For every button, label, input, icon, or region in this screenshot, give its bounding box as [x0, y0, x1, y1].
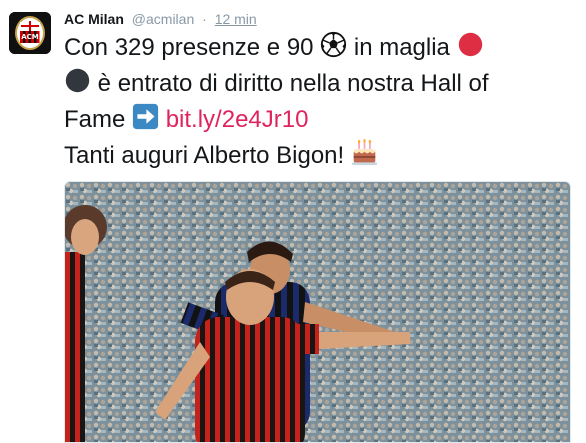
tweet-text: Con 329 presenze e 90 in maglia è entrat…	[64, 30, 579, 174]
tweet-text-segment: Tanti auguri Alberto Bigon!	[64, 142, 345, 169]
soccer-ball-icon	[321, 31, 347, 58]
football-match-photo	[65, 182, 570, 442]
tweet-line-3: Fame bit.ly/2e4Jr10	[64, 102, 579, 138]
separator-dot: ·	[202, 11, 207, 27]
tweet-text-segment: è entrato di diritto nella nostra Hall o…	[97, 70, 489, 97]
account-name[interactable]: AC Milan	[64, 11, 124, 27]
ac-milan-crest-icon: ACM	[9, 12, 51, 54]
birthday-cake-icon	[351, 139, 377, 166]
tweet-header: AC Milan @acmilan · 12 min	[64, 11, 257, 27]
right-arrow-icon	[132, 103, 159, 130]
tweet-timestamp[interactable]: 12 min	[215, 11, 257, 27]
svg-text:ACM: ACM	[21, 33, 39, 41]
tweet-photo[interactable]	[64, 181, 571, 443]
tweet-link[interactable]: bit.ly/2e4Jr10	[166, 106, 309, 133]
red-circle-icon	[458, 32, 482, 57]
tweet-text-segment: Fame	[64, 106, 126, 133]
account-handle[interactable]: @acmilan	[132, 11, 194, 27]
tweet-text-segment: in maglia	[353, 34, 450, 61]
avatar[interactable]: ACM	[9, 12, 51, 54]
black-circle-icon	[65, 68, 90, 93]
tweet-text-segment: Con 329 presenze e 90	[64, 34, 314, 61]
tweet-line-1: Con 329 presenze e 90 in maglia	[64, 30, 579, 66]
tweet-line-4: Tanti auguri Alberto Bigon!	[64, 138, 579, 174]
tweet-line-2: è entrato di diritto nella nostra Hall o…	[64, 66, 579, 102]
